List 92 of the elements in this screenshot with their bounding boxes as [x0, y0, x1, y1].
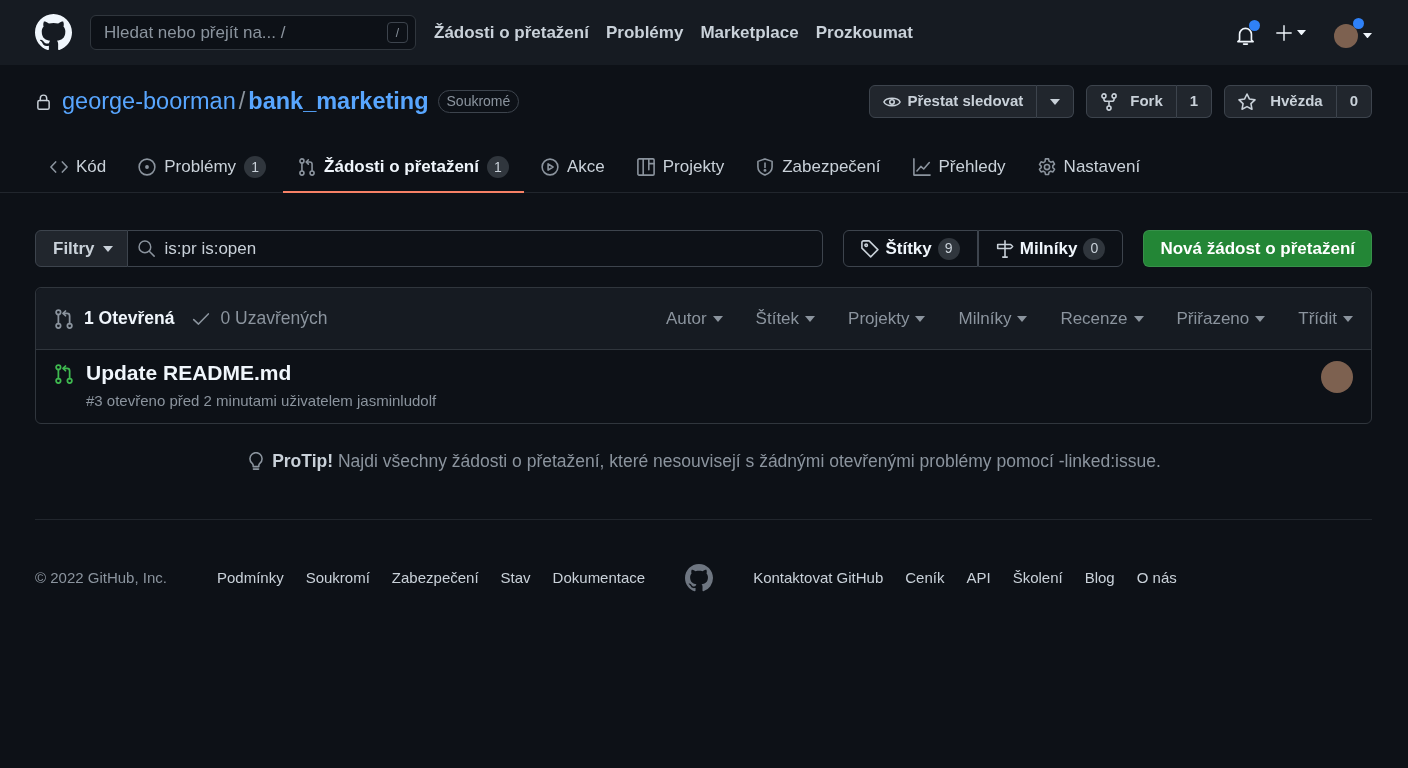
nav-link[interactable]: Problémy: [605, 19, 684, 46]
create-menu-button[interactable]: [1276, 24, 1306, 41]
watch-button[interactable]: Přestat sledovat: [869, 85, 1038, 118]
caret-icon: [1017, 315, 1028, 322]
shield-icon: [756, 158, 775, 176]
nav-link[interactable]: Žádosti o přetažení: [434, 19, 589, 46]
pull-request-meta: #3 otevřeno před 2 minutami uživatelem jasminludolf: [86, 391, 437, 412]
footer-link[interactable]: Ceník: [905, 567, 945, 590]
star-button[interactable]: Hvězda: [1224, 85, 1337, 118]
footer-link[interactable]: Zabezpečení: [391, 567, 479, 590]
nav-link[interactable]: Marketplace: [700, 19, 799, 46]
footer-link[interactable]: Stav: [500, 567, 531, 590]
fork-button[interactable]: Fork: [1086, 85, 1177, 118]
user-avatar: [1334, 23, 1358, 48]
fork-count[interactable]: 1: [1176, 85, 1213, 118]
filter-menu[interactable]: Recenze: [1060, 305, 1144, 332]
plus-icon: [1276, 24, 1292, 41]
angle-brackets-icon: [50, 158, 68, 176]
caret-icon: [1255, 315, 1266, 322]
footer-link[interactable]: Podmínky: [216, 567, 284, 590]
caret-icon: [1343, 315, 1353, 322]
repo-tab[interactable]: Problémy 1: [123, 143, 282, 193]
search-icon: [137, 240, 155, 257]
filters-button[interactable]: Filtry: [35, 230, 128, 267]
table-icon: [636, 158, 655, 176]
footer-link[interactable]: Blog: [1084, 567, 1115, 590]
footer-link[interactable]: API: [966, 567, 991, 590]
fork-icon: [1100, 92, 1119, 111]
repo-tab[interactable]: Akce: [526, 143, 620, 193]
footer-link[interactable]: Soukromí: [305, 567, 370, 590]
copyright-text: © 2022 GitHub, Inc.: [35, 568, 167, 588]
tag-icon: [861, 239, 880, 258]
caret-icon: [1297, 29, 1306, 36]
labels-counter: 9: [937, 237, 960, 260]
branch-nodes-icon: [298, 158, 317, 176]
owner-link[interactable]: george-boorman: [62, 83, 236, 120]
labels-button[interactable]: Štítky 9: [843, 230, 978, 267]
tab-counter: 1: [244, 156, 267, 178]
star-count[interactable]: 0: [1336, 85, 1372, 118]
repo-tab[interactable]: Žádosti o přetažení 1: [283, 143, 524, 193]
caret-icon: [805, 315, 816, 322]
shortcut-key: /: [387, 22, 408, 43]
repo-tab[interactable]: Kód: [35, 143, 122, 193]
repo-tab[interactable]: Nastavení: [1022, 143, 1156, 193]
filter-menu[interactable]: Milníky: [958, 305, 1028, 332]
nav-link[interactable]: Prozkoumat: [815, 19, 913, 46]
repo-tab[interactable]: Projekty: [621, 143, 740, 193]
user-menu-button[interactable]: [1334, 17, 1372, 48]
filter-menu[interactable]: Autor: [665, 305, 723, 332]
footer-link[interactable]: Dokumentace: [552, 567, 646, 590]
milestones-counter: 0: [1083, 237, 1106, 260]
caret-icon: [102, 245, 113, 252]
state-filter-link[interactable]: 1 Otevřená: [54, 305, 175, 332]
author-avatar[interactable]: [1321, 361, 1353, 393]
new-pull-request-button[interactable]: Nová žádost o přetažení: [1143, 230, 1372, 267]
search-field[interactable]: is:pr is:open: [127, 230, 824, 267]
filter-menu[interactable]: Projekty: [848, 305, 926, 332]
caret-icon: [712, 315, 723, 322]
pull-request-title[interactable]: Update README.md: [86, 360, 437, 386]
lightbulb-icon: [247, 452, 266, 471]
play-circle-icon: [541, 158, 559, 176]
footer-link[interactable]: Kontaktovat GitHub: [753, 567, 884, 590]
notifications-button[interactable]: [1236, 20, 1260, 45]
protip-link[interactable]: -linked:issue: [1058, 451, 1156, 471]
path-separator: /: [238, 86, 246, 116]
repo-tab[interactable]: Přehledy: [897, 143, 1021, 193]
footer-link[interactable]: O nás: [1136, 567, 1177, 590]
repo-name-link[interactable]: bank_marketing: [248, 83, 429, 120]
star-icon: [1238, 92, 1257, 111]
filter-menu[interactable]: Třídit: [1298, 305, 1353, 332]
watch-menu-button[interactable]: [1037, 85, 1075, 118]
filter-menu[interactable]: Přiřazeno: [1176, 305, 1266, 332]
tab-counter: 1: [487, 156, 509, 178]
protip-text: ProTip! Najdi všechny žádosti o přetažení, které nesouvisejí s žádnými otevřenými problémy pomocí -linked:issue.: [272, 450, 1161, 473]
branch-nodes-icon: [54, 364, 74, 384]
caret-icon: [1363, 32, 1372, 39]
caret-icon: [1050, 98, 1061, 105]
logo-icon[interactable]: [35, 14, 72, 51]
caret-icon: [915, 315, 926, 322]
signpost-icon: [995, 239, 1014, 258]
settings-icon: [1037, 158, 1056, 176]
filter-menu[interactable]: Štítek: [755, 305, 816, 332]
milestones-button[interactable]: Milníky 0: [977, 230, 1124, 267]
bell-icon: [1236, 26, 1255, 45]
repo-tab[interactable]: Zabezpečení: [741, 143, 896, 193]
circle-dot-icon: [138, 158, 157, 176]
branch-nodes-icon: [54, 308, 74, 329]
state-filter-link[interactable]: 0 Uzavřených: [192, 305, 328, 332]
lock-icon: [35, 92, 52, 111]
caret-icon: [1133, 315, 1144, 322]
footer-link[interactable]: Školení: [1012, 567, 1063, 590]
line-graph-icon: [912, 158, 931, 176]
